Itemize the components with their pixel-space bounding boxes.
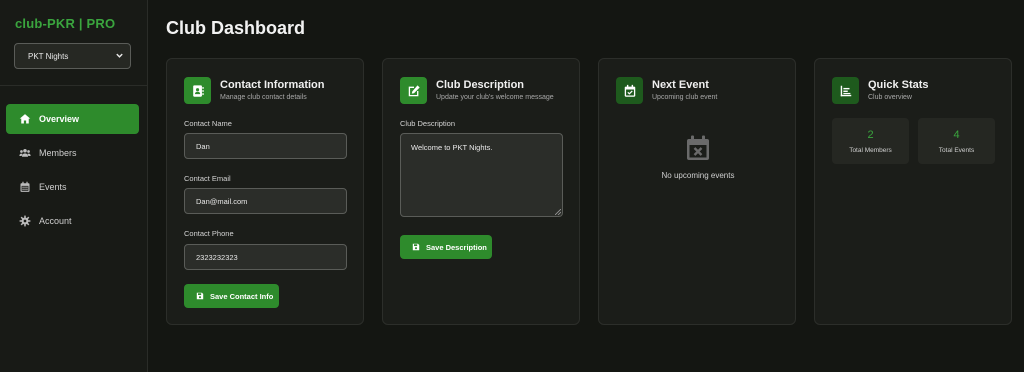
sidebar: club-PKR | PRO PKT Nights Overview Membe… [0,0,148,372]
save-contact-button[interactable]: Save Contact Info [184,284,279,308]
sidebar-item-members[interactable]: Members [6,138,139,168]
sidebar-item-label: Events [39,182,67,192]
club-select-value: PKT Nights [28,51,69,61]
club-select[interactable]: PKT Nights [14,43,131,69]
event-card-title: Next Event [652,79,709,91]
stat-total-events: 4 Total Events [918,118,995,164]
next-event-card: Next Event Upcoming club event No upcomi… [598,58,796,325]
sidebar-item-label: Members [39,148,77,158]
description-label: Club Description [400,119,456,128]
no-events-text: No upcoming events [661,171,735,180]
resize-handle-icon[interactable] [555,209,561,215]
chart-icon [832,77,859,104]
stats-card-subtitle: Club overview [868,94,912,101]
sidebar-item-overview[interactable]: Overview [6,104,139,134]
contact-name-label: Contact Name [184,119,232,128]
contact-info-card: Contact Information Manage club contact … [166,58,364,325]
sidebar-item-label: Overview [39,114,80,124]
edit-card-icon [400,77,427,104]
save-icon [196,292,204,300]
sidebar-item-label: Account [39,216,72,226]
contact-phone-input[interactable]: 2323232323 [184,244,347,270]
save-icon [412,243,420,251]
stats-card-title: Quick Stats [868,79,929,91]
calendar-icon [20,181,30,192]
contact-name-input[interactable]: Dan [184,133,347,159]
save-description-button[interactable]: Save Description [400,235,492,259]
home-icon [19,114,31,124]
description-card-subtitle: Update your club's welcome message [436,94,554,101]
description-textarea[interactable]: Welcome to PKT Nights. [400,133,563,217]
contact-email-label: Contact Email [184,174,231,183]
sidebar-item-events[interactable]: Events [6,172,139,202]
description-card-title: Club Description [436,79,525,91]
event-card-subtitle: Upcoming club event [652,94,718,101]
stat-label: Total Members [849,147,892,154]
stat-value: 4 [953,129,960,141]
save-description-label: Save Description [426,242,487,252]
stat-value: 2 [867,129,874,141]
users-icon [19,148,31,157]
calendar-x-icon [687,135,709,160]
stat-total-members: 2 Total Members [832,118,909,164]
club-description-card: Club Description Update your club's welc… [382,58,580,325]
brand-logo[interactable]: club-PKR | PRO [15,16,115,31]
contact-card-subtitle: Manage club contact details [220,94,307,101]
quick-stats-card: Quick Stats Club overview 2 Total Member… [814,58,1012,325]
contact-email-input[interactable]: Dan@mail.com [184,188,347,214]
page-title: Club Dashboard [166,18,306,38]
contact-phone-label: Contact Phone [184,229,234,238]
contact-card-title: Contact Information [220,79,325,91]
stat-label: Total Events [938,147,975,154]
sidebar-item-account[interactable]: Account [6,206,139,236]
sidebar-divider [0,85,148,86]
contact-card-icon [184,77,211,104]
save-contact-label: Save Contact Info [210,291,274,301]
chevron-down-icon [116,53,123,58]
calendar-check-icon [616,77,643,104]
gear-icon [19,215,31,227]
